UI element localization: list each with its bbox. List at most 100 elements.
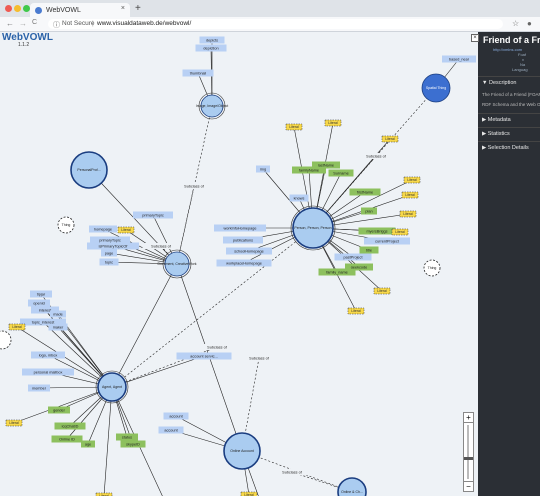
property-label: lastName xyxy=(318,163,334,167)
class-node-personal[interactable]: PersonalProf... xyxy=(70,151,108,189)
class-node-chat[interactable]: Online & Ch... xyxy=(337,477,367,496)
property-label: logo, mbox xyxy=(39,353,58,357)
class-node-spatial[interactable]: Spatial Thing xyxy=(421,73,451,103)
property-primarytopic[interactable]: primaryTopic xyxy=(133,211,173,219)
property-openid[interactable]: openid xyxy=(28,299,50,307)
property-thumbnail[interactable]: thumbnail xyxy=(182,69,214,77)
literal-node[interactable]: Literal xyxy=(324,119,342,127)
property-publications[interactable]: publications xyxy=(223,236,263,244)
property-gender[interactable]: gender xyxy=(48,406,70,414)
class-node-agent[interactable]: Agent, Agent xyxy=(95,370,129,404)
property-maker[interactable]: maker xyxy=(48,323,68,331)
zoom-slider[interactable]: + − xyxy=(463,412,474,492)
property-icqchatid[interactable]: icqChatID xyxy=(54,422,86,430)
property-family-name[interactable]: family_name xyxy=(318,268,356,276)
property-pastproject[interactable]: pastProject xyxy=(334,253,372,261)
new-tab-button[interactable]: + xyxy=(135,3,141,14)
literal-node[interactable]: Literal xyxy=(403,176,421,184)
forward-icon[interactable]: → xyxy=(19,19,27,28)
class-node-thing2[interactable]: Thing xyxy=(423,259,441,277)
class-node-image[interactable]: Image, Image/Object xyxy=(196,92,229,120)
property-img[interactable]: img xyxy=(256,165,270,173)
section-statistics[interactable]: ▶ Statistics xyxy=(478,127,540,141)
maximize-window-icon[interactable] xyxy=(23,5,30,12)
property-subclass-of[interactable]: Subclass of xyxy=(357,153,395,159)
property-label: gender xyxy=(53,408,66,412)
literal-node[interactable]: Literal xyxy=(347,307,365,315)
property-subclass-of[interactable]: Subclass of xyxy=(142,243,180,249)
property-currentproject[interactable]: currentProject xyxy=(364,237,410,245)
property-status[interactable]: status xyxy=(116,433,138,441)
property-firstname[interactable]: firstName xyxy=(349,188,381,196)
back-icon[interactable]: ← xyxy=(6,19,14,28)
literal-node[interactable]: Literal xyxy=(391,228,409,236)
literal-node[interactable]: Literal xyxy=(117,226,135,234)
property-tipjar[interactable]: tipjar xyxy=(30,290,52,298)
class-node-document[interactable]: Document, CreativeWork xyxy=(157,249,197,279)
property-homepage[interactable]: homepage xyxy=(89,225,117,233)
literal-node[interactable]: Literal xyxy=(8,323,26,331)
property-logo-mbox[interactable]: logo, mbox xyxy=(31,351,65,359)
property-account[interactable]: account xyxy=(158,426,184,434)
property-label: myersBriggs xyxy=(366,229,387,233)
property-subclass-of[interactable]: Subclass of xyxy=(175,183,213,189)
property-skypeid[interactable]: skypeID xyxy=(120,440,146,448)
property-knows[interactable]: knows xyxy=(289,194,309,202)
property-account-servic-[interactable]: account servic... xyxy=(176,352,232,360)
property-made[interactable]: made xyxy=(50,310,66,318)
property-depiction[interactable]: depiction xyxy=(195,44,227,52)
property-personal-mailbox[interactable]: personal mailbox xyxy=(22,368,74,376)
minimize-window-icon[interactable] xyxy=(14,5,21,12)
zoom-out-button[interactable]: − xyxy=(464,481,473,491)
tab-webvowl[interactable]: WebVOWL × xyxy=(30,3,130,17)
account-icon[interactable]: ● xyxy=(527,19,532,28)
property-isprimarytopicof[interactable]: isPrimaryTopicOf xyxy=(87,242,139,250)
property-label: Subclass of xyxy=(249,356,270,360)
literal-node[interactable]: Literal xyxy=(5,419,23,427)
property-subclass-of[interactable]: Subclass of xyxy=(240,355,278,361)
property-schoolhomepage[interactable]: schoolHomepage xyxy=(226,247,272,255)
graph-svg[interactable]: Image, Image/Object Spatial Thing Personal… xyxy=(0,32,478,496)
literal-node[interactable]: Literal xyxy=(401,191,419,199)
reload-icon[interactable]: C xyxy=(32,19,37,26)
collapse-sidebar-button[interactable]: × xyxy=(471,34,479,42)
property-based-near[interactable]: based_near xyxy=(442,55,476,63)
close-window-icon[interactable] xyxy=(5,5,12,12)
property-subclass-of[interactable]: Subclass of xyxy=(198,344,236,350)
section-metadata[interactable]: ▶ Metadata xyxy=(478,113,540,127)
property-page[interactable]: page xyxy=(101,249,117,257)
class-node-person[interactable]: Person, Person, Person xyxy=(290,205,336,251)
property-age[interactable]: age xyxy=(81,440,95,448)
class-node-thing1[interactable]: Thing xyxy=(57,216,75,234)
section-selection-details[interactable]: ▶ Selection Details xyxy=(478,141,540,155)
property-depicts[interactable]: depicts xyxy=(199,36,225,44)
literal-node[interactable]: Literal xyxy=(240,491,258,496)
property-workinfohomepage[interactable]: workInfoHomepage xyxy=(214,224,266,232)
property-lastname[interactable]: lastName xyxy=(312,161,340,169)
property-member[interactable]: member xyxy=(28,384,50,392)
property-myersbriggs[interactable]: myersBriggs xyxy=(358,227,396,235)
literal-node[interactable]: Literal xyxy=(285,123,303,131)
tab-close-icon[interactable]: × xyxy=(121,5,125,12)
literal-node[interactable]: Literal xyxy=(399,210,417,218)
property-plan[interactable]: plan xyxy=(361,207,377,215)
section-description[interactable]: ▼ Description xyxy=(478,76,540,90)
property-title[interactable]: title xyxy=(359,246,379,254)
property-workplacehomepage[interactable]: workplaceHomepage xyxy=(216,259,272,267)
property-surname[interactable]: Surname xyxy=(328,169,354,177)
property-online-id[interactable]: Online ID xyxy=(51,435,83,443)
property-topic[interactable]: topic xyxy=(99,258,119,266)
zoom-in-button[interactable]: + xyxy=(464,413,473,423)
property-subclass-of[interactable]: Subclass of xyxy=(273,469,311,475)
star-icon[interactable]: ☆ xyxy=(512,19,519,28)
class-node-label: Person, Person, Person xyxy=(294,226,331,230)
ontology-graph-canvas[interactable]: Image, Image/Object Spatial Thing Personal… xyxy=(0,32,478,496)
class-node-label: Thing xyxy=(428,266,437,270)
class-node-thing3[interactable] xyxy=(0,330,12,350)
literal-node[interactable]: Literal xyxy=(373,287,391,295)
property-account[interactable]: account xyxy=(163,412,189,420)
literal-node[interactable]: Literal xyxy=(381,135,399,143)
class-node-online[interactable]: Online Account xyxy=(223,432,261,470)
property-primarytopic[interactable]: primaryTopic xyxy=(90,236,130,244)
zoom-handle[interactable] xyxy=(464,457,473,460)
